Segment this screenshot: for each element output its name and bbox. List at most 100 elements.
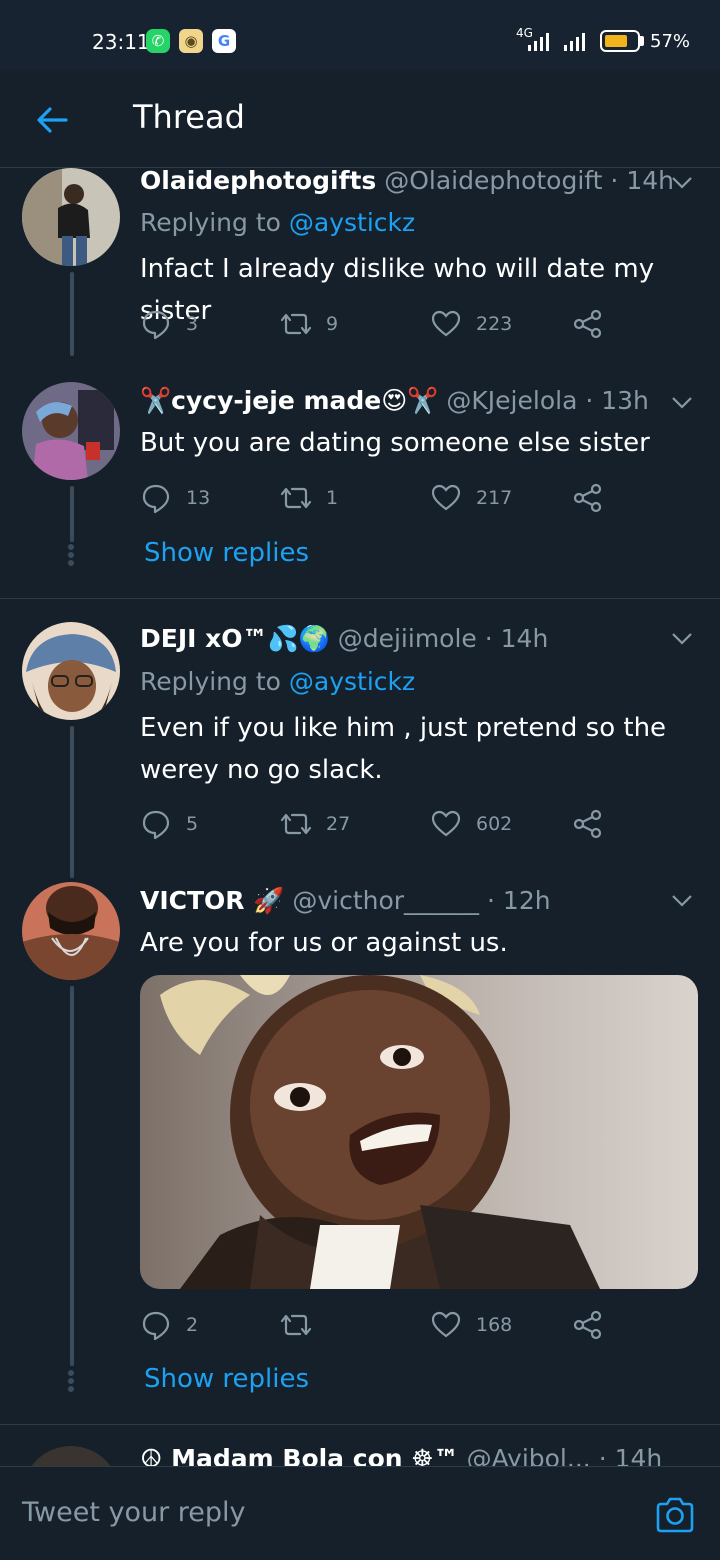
replying-to: Replying to @aystickz	[140, 667, 416, 696]
whatsapp-notification-icon: ✆	[146, 29, 170, 53]
share-button[interactable]	[572, 808, 604, 840]
chevron-down-icon[interactable]	[668, 168, 696, 196]
avatar[interactable]	[22, 622, 120, 720]
avatar[interactable]	[22, 382, 120, 480]
like-button[interactable]: 217	[430, 482, 512, 514]
tweet-actions: 3 9 223	[140, 308, 700, 348]
author-name[interactable]: ✂️cycy-jeje made😍✂️	[140, 386, 438, 415]
reply-count: 2	[186, 1314, 199, 1336]
back-arrow-icon[interactable]	[32, 100, 72, 140]
tweet-author-line: ✂️cycy-jeje made😍✂️ @KJejelola · 13h	[140, 386, 649, 415]
show-replies-link[interactable]: Show replies	[144, 538, 309, 568]
retweet-count: 27	[326, 813, 351, 835]
battery-percentage: 57%	[650, 31, 691, 52]
tweet-reply-input[interactable]: Tweet your reply	[22, 1497, 246, 1528]
tweet-madam-bola-partial[interactable]: ☮ Madam Bola con ☸™ @Ayibol... · 14h	[0, 1440, 720, 1466]
more-replies-dots	[68, 1370, 74, 1392]
show-replies-link[interactable]: Show replies	[144, 1364, 309, 1394]
tweet-time: 14h	[614, 1444, 663, 1466]
tweet-media-image[interactable]	[140, 975, 698, 1289]
share-icon	[573, 809, 602, 839]
author-handle[interactable]: @KJejelola	[446, 386, 577, 415]
share-icon	[573, 483, 602, 513]
share-button[interactable]	[572, 308, 604, 340]
status-bar: 23:11 ✆ ◉ G 4G 57%	[0, 0, 720, 70]
share-icon	[573, 309, 602, 339]
like-count: 223	[476, 313, 513, 335]
tweet-text: But you are dating someone else sister	[140, 428, 650, 458]
tweet-author-line: VICTOR 🚀 @victhor______ · 12h	[140, 886, 551, 915]
share-button[interactable]	[572, 482, 604, 514]
mention-link[interactable]: @aystickz	[289, 667, 415, 696]
reply-button[interactable]: 3	[140, 308, 198, 340]
avatar[interactable]	[22, 1446, 120, 1466]
reply-icon	[142, 810, 170, 840]
camera-icon[interactable]	[654, 1495, 696, 1535]
google-notification-icon: G	[212, 29, 236, 53]
tweet-time: 14h	[626, 166, 674, 195]
retweet-button[interactable]: 27	[280, 808, 350, 840]
more-replies-dots	[68, 544, 74, 566]
signal-strength-icon-1	[528, 33, 549, 51]
heart-icon	[431, 310, 461, 337]
tweet-time: 13h	[601, 386, 649, 415]
reply-button[interactable]: 13	[140, 482, 210, 514]
battery-icon	[600, 30, 640, 52]
retweet-button[interactable]: 1	[280, 482, 338, 514]
tweet-text: Even if you like him , just pretend so t…	[140, 713, 667, 785]
reply-count: 13	[186, 487, 211, 509]
retweet-icon	[280, 1314, 312, 1336]
reply-icon	[142, 1311, 170, 1341]
author-name[interactable]: DEJI xO™💦🌍	[140, 624, 330, 653]
like-button[interactable]: 223	[430, 308, 512, 340]
status-time: 23:11	[92, 30, 150, 54]
author-handle[interactable]: @Ayibol...	[467, 1444, 591, 1466]
tweet-actions: 2 168	[140, 1309, 700, 1349]
retweet-button[interactable]	[280, 1309, 326, 1341]
thread-connector-line	[70, 272, 74, 356]
author-handle[interactable]: @victhor______	[292, 886, 479, 915]
thread-header: Thread	[0, 70, 720, 168]
tweet-author-line: DEJI xO™💦🌍 @dejiimole · 14h	[140, 624, 549, 653]
retweet-button[interactable]: 9	[280, 308, 338, 340]
author-name[interactable]: Olaidephotogifts	[140, 166, 376, 195]
mention-link[interactable]: @aystickz	[289, 208, 415, 237]
share-button[interactable]	[572, 1309, 604, 1341]
heart-icon	[431, 484, 461, 511]
author-name[interactable]: VICTOR 🚀	[140, 886, 284, 915]
like-button[interactable]: 602	[430, 808, 512, 840]
chevron-down-icon[interactable]	[668, 624, 696, 652]
replying-to: Replying to @aystickz	[140, 208, 416, 237]
reply-button[interactable]: 2	[140, 1309, 198, 1341]
thread-divider	[0, 598, 720, 599]
retweet-count: 1	[326, 487, 339, 509]
reply-button[interactable]: 5	[140, 808, 198, 840]
reply-icon	[142, 310, 170, 340]
like-count: 602	[476, 813, 513, 835]
heart-icon	[431, 810, 461, 837]
reply-count: 3	[186, 313, 199, 335]
chevron-down-icon[interactable]	[668, 886, 696, 914]
author-handle[interactable]: @dejiimole	[338, 624, 477, 653]
thread-connector-line	[70, 726, 74, 878]
reply-composer-bar[interactable]: Tweet your reply	[0, 1466, 720, 1560]
author-handle[interactable]: @Olaidephotogift	[384, 166, 602, 195]
tweet-author-line: ☮ Madam Bola con ☸™ @Ayibol... · 14h	[140, 1444, 662, 1466]
retweet-icon	[280, 313, 312, 335]
avatar[interactable]	[22, 168, 120, 266]
tweet-time: 14h	[500, 624, 549, 653]
avatar[interactable]	[22, 882, 120, 980]
signal-strength-icon-2	[564, 33, 585, 51]
tweet-text: Are you for us or against us.	[140, 928, 508, 958]
reply-icon	[142, 484, 170, 514]
tweet-actions: 13 1 217	[140, 482, 700, 522]
like-button[interactable]: 168	[430, 1309, 512, 1341]
thread-divider	[0, 1424, 720, 1425]
tweet-time: 12h	[502, 886, 551, 915]
author-name[interactable]: ☮ Madam Bola con ☸™	[140, 1444, 459, 1466]
heart-icon	[431, 1311, 461, 1338]
retweet-icon	[280, 813, 312, 835]
tweet-author-line: Olaidephotogifts @Olaidephotogift · 14h	[140, 166, 674, 195]
thread-connector-line	[70, 486, 74, 542]
chevron-down-icon[interactable]	[668, 388, 696, 416]
